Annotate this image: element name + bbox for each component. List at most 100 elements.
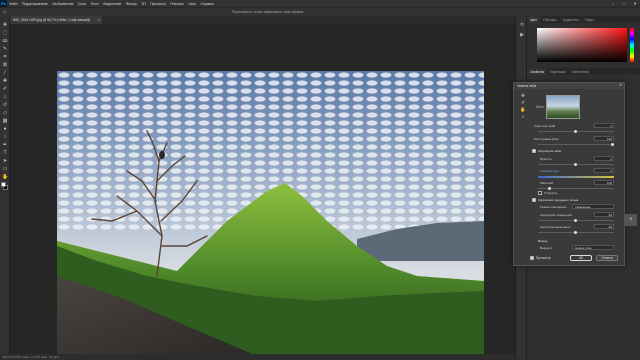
color-adjust-slider[interactable] [538,231,614,234]
gradient-icon[interactable]: ▦ [2,118,8,124]
fg-lighting-label: Коррекция освещения [540,213,573,217]
clone-stamp-icon[interactable]: ⊥ [2,94,8,100]
history-panel-icon[interactable]: ⟲ [519,22,525,28]
sky-preset-thumbnail[interactable] [546,95,580,119]
blur-icon[interactable]: ● [2,126,8,132]
sky-move-icon[interactable]: ✥ [520,93,526,99]
scale-slider[interactable] [538,187,614,190]
zoom-icon[interactable]: ⌕ [520,114,526,120]
menu-help[interactable]: Справка [198,2,216,6]
lighting-mode-select[interactable]: Умножение [572,204,614,209]
document-tab-bar: IMG_3641-HDR.jpg @ 66,7% (Небо, Слой-мас… [10,16,515,24]
menu-layers[interactable]: Слои [76,2,89,6]
tab-patterns[interactable]: Узоры [582,16,597,23]
color-panel-tabs: Цвет Образцы Градиенты Узоры [527,16,640,23]
brush-icon[interactable]: ✐ [2,86,8,92]
frame-icon[interactable]: ⊠ [2,62,8,68]
menu-view[interactable]: Просмотр [148,2,168,6]
dialog-title: Замена неба [514,83,624,89]
shape-icon[interactable]: ▭ [2,166,8,172]
minimize-icon[interactable]: – [608,0,618,7]
fg-lighting-slider[interactable] [538,219,614,222]
tab-libraries[interactable]: Библиотеки [569,68,592,75]
foreground-color-swatch[interactable] [1,182,6,187]
ok-button[interactable]: ОК [570,255,592,261]
shift-edge-slider[interactable] [538,130,614,133]
hand-icon[interactable]: ✋ [520,107,526,113]
options-hint: Перетащите, чтобы нарисовать слой-эффект… [232,10,305,14]
canvas-area[interactable] [10,24,515,356]
cancel-button[interactable]: Отмена [596,255,618,261]
history-brush-icon[interactable]: ↺ [2,102,8,108]
temperature-label: Температура [540,169,559,173]
preview-checkbox[interactable] [530,256,534,260]
tab-gradients[interactable]: Градиенты [560,16,582,23]
close-window-icon[interactable]: ✕ [630,0,640,7]
sky-adjust-checkbox[interactable] [532,149,536,153]
menu-edit[interactable]: Редактирование [20,2,50,6]
temperature-slider[interactable] [538,176,614,178]
brightness-input[interactable]: 0 [594,156,614,161]
color-adjust-label: Корректировка цвета [540,225,571,229]
sky-replacement-dialog: Замена неба ✕ ✥ ✐ ✋ ⌕ Небо: Сместить кра… [513,82,625,266]
fade-edge-label: Растушевка края [534,137,559,141]
menu-3d[interactable]: 3D [139,2,148,6]
temperature-input[interactable]: 0 [594,168,614,173]
sky-adjust-section: Коррекция неба [538,149,561,153]
flip-checkbox[interactable] [538,191,542,195]
menu-filter[interactable]: Фильтр [124,2,140,6]
crop-icon[interactable]: ⌗ [2,54,8,60]
lasso-icon[interactable]: ꝏ [2,38,8,44]
maximize-icon[interactable]: □ [619,0,629,7]
status-bar: 66,67% 5 561 пикс. x 3 707 пикс. (72 ppi… [0,354,515,360]
menu-file[interactable]: Файл [7,2,20,6]
collapsed-panel-button[interactable]: + [625,214,637,226]
dialog-close-icon[interactable]: ✕ [619,83,622,87]
menu-image[interactable]: Изображение [50,2,76,6]
fade-edge-slider[interactable] [538,143,614,146]
tab-swatches[interactable]: Образцы [540,16,559,23]
path-select-icon[interactable]: ➤ [2,158,8,164]
sky-brush-icon[interactable]: ✐ [520,100,526,106]
color-adjust-input[interactable]: 50 [594,224,614,229]
tools-panel: ✥ ⬚ ꝏ ✎ ⌗ ⊠ ⁄ ✚ ✐ ⊥ ↺ ▱ ▦ ● ○ ✒ T ➤ ▭ ✋ [0,16,10,354]
fade-edge-input[interactable]: 100 [594,136,614,141]
home-icon[interactable]: ⌂ [3,9,11,16]
document-tab-title: IMG_3641-HDR.jpg @ 66,7% (Небо, Слой-мас… [13,18,91,22]
document-tab[interactable]: IMG_3641-HDR.jpg @ 66,7% (Небо, Слой-мас… [10,16,102,24]
tab-color[interactable]: Цвет [527,16,541,23]
preview-label: Просмотр [536,256,551,260]
foreground-section: Коррекция переднего плана [538,198,579,202]
menu-window[interactable]: Окно [186,2,198,6]
actions-panel-icon[interactable]: ▶ [519,32,525,38]
shift-edge-input[interactable]: 0 [594,123,614,128]
hand-icon[interactable]: ✋ [2,174,8,180]
landscape-image [57,71,484,356]
scale-input[interactable]: 100 [594,180,614,185]
menu-plugins[interactable]: Плагины [168,2,186,6]
brightness-slider[interactable] [538,163,614,166]
document-photo[interactable] [57,71,484,356]
dodge-icon[interactable]: ○ [2,134,8,140]
sky-label: Небо: [536,105,545,109]
eyedropper-icon[interactable]: ⁄ [2,70,8,76]
close-tab-icon[interactable]: × [98,18,100,22]
pen-icon[interactable]: ✒ [2,142,8,148]
type-icon[interactable]: T [2,150,8,156]
menu-bar: Ps Файл Редактирование Изображение Слои … [0,0,640,7]
menu-select[interactable]: Выделение [101,2,123,6]
move-icon[interactable]: ✥ [2,22,8,28]
output-to-select[interactable]: Новые слои [572,245,614,250]
menu-type[interactable]: Текст [88,2,101,6]
brightness-label: Яркость [540,157,552,161]
tab-properties[interactable]: Свойства [527,68,547,75]
eraser-icon[interactable]: ▱ [2,110,8,116]
tab-adjustments[interactable]: Коррекция [547,68,569,75]
foreground-adjust-checkbox[interactable] [532,198,536,202]
hue-slider[interactable] [630,28,634,62]
quick-select-icon[interactable]: ✎ [2,46,8,52]
healing-brush-icon[interactable]: ✚ [2,78,8,84]
color-picker-field[interactable] [537,28,627,62]
marquee-icon[interactable]: ⬚ [2,30,8,36]
fg-lighting-input[interactable]: 50 [594,212,614,217]
